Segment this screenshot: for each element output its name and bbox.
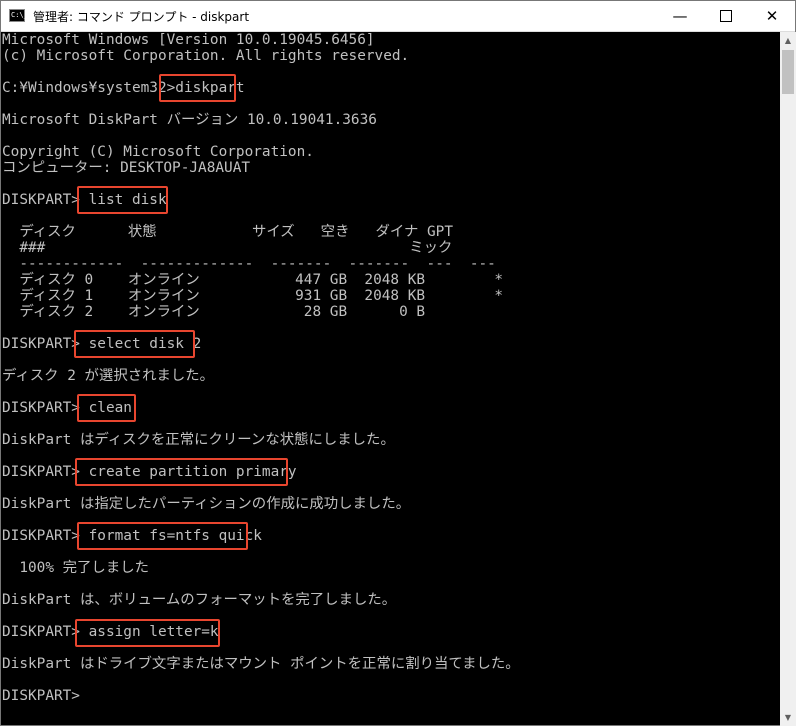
- maximize-icon: [720, 9, 732, 22]
- scroll-down-arrow-icon[interactable]: ▼: [780, 709, 796, 726]
- close-button[interactable]: ✕: [749, 1, 795, 31]
- command-highlight-assign-letter: [75, 619, 220, 647]
- table-divider: ------------ ------------- ------- -----…: [2, 256, 496, 272]
- console-line: Microsoft DiskPart バージョン 10.0.19041.3636: [2, 112, 377, 128]
- command-highlight-list-disk: [77, 186, 168, 214]
- table-header: ### ミック: [2, 240, 453, 256]
- console-line: DiskPart は、ボリュームのフォーマットを完了しました。: [2, 592, 397, 608]
- console-line: 100% 完了しました: [2, 560, 149, 576]
- scroll-up-arrow-icon[interactable]: ▲: [780, 32, 796, 49]
- table-row: ディスク 2 オンライン 28 GB 0 B: [2, 304, 426, 320]
- console-line: Microsoft Windows [Version 10.0.19045.64…: [2, 32, 375, 48]
- console-line: ディスク 2 が選択されました。: [2, 368, 215, 384]
- command-highlight-clean: [77, 394, 136, 422]
- console-app-icon[interactable]: [9, 9, 28, 22]
- scrollbar-thumb[interactable]: [782, 50, 794, 94]
- console-line: Copyright (C) Microsoft Corporation.: [2, 144, 314, 160]
- table-row: ディスク 0 オンライン 447 GB 2048 KB *: [2, 272, 504, 288]
- window-title: 管理者: コマンド プロンプト - diskpart: [33, 10, 250, 24]
- command-highlight-create-partition: [75, 458, 288, 486]
- console-line: DiskPart はディスクを正常にクリーンな状態にしました。: [2, 432, 395, 448]
- console-output[interactable]: Microsoft Windows [Version 10.0.19045.64…: [2, 32, 780, 726]
- command-prompt-window: 管理者: コマンド プロンプト - diskpart — ✕ Microsoft…: [0, 0, 796, 726]
- maximize-button[interactable]: [703, 1, 749, 31]
- table-header: ディスク 状態 サイズ 空き ダイナ GPT: [2, 224, 453, 240]
- console-prompt: DISKPART>: [2, 688, 80, 704]
- command-highlight-format: [77, 522, 248, 550]
- table-row: ディスク 1 オンライン 931 GB 2048 KB *: [2, 288, 504, 304]
- command-highlight-select-disk: [74, 330, 195, 358]
- command-highlight-diskpart: [159, 74, 236, 102]
- vertical-scrollbar[interactable]: ▲ ▼: [780, 32, 796, 726]
- console-line: (c) Microsoft Corporation. All rights re…: [2, 48, 410, 64]
- console-line: DiskPart は指定したパーティションの作成に成功しました。: [2, 496, 411, 512]
- minimize-button[interactable]: —: [657, 1, 703, 31]
- console-line: DiskPart はドライブ文字またはマウント ポイントを正常に割り当てました。: [2, 656, 520, 672]
- console-line: コンピューター: DESKTOP-JA8AUAT: [2, 160, 251, 176]
- title-bar[interactable]: 管理者: コマンド プロンプト - diskpart — ✕: [1, 1, 795, 32]
